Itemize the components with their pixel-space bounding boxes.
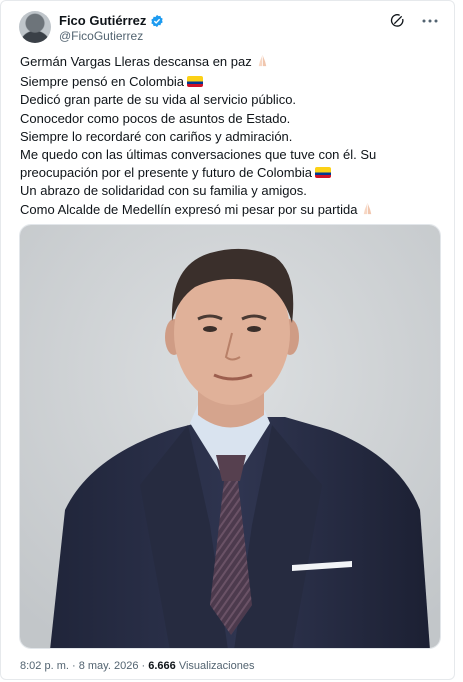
tweet-line-text: Siempre lo recordaré con cariños y admir… [20, 128, 293, 144]
meta-separator: · [141, 660, 146, 672]
tweet-line: Como Alcalde de Medellín expresó mi pesa… [20, 201, 440, 221]
tweet-line: Un abrazo de solidaridad con su familia … [20, 182, 440, 200]
views-label: Visualizaciones [178, 660, 255, 672]
meta-separator: · [71, 660, 76, 672]
tweet-header: Fico Gutiérrez @FicoGutierrez [19, 11, 439, 45]
eye-left [203, 326, 217, 332]
tweet-line-text: Conocedor como pocos de asuntos de Estad… [20, 110, 291, 126]
author-name-row: Fico Gutiérrez [59, 13, 164, 28]
header-actions [389, 13, 439, 34]
colombia-flag-icon [187, 76, 204, 88]
author-handle[interactable]: @FicoGutierrez [59, 29, 143, 43]
tweet-date[interactable]: 8 may. 2026 [79, 660, 139, 672]
views-count: 6.666 [148, 660, 176, 672]
tweet-meta: 8:02 p. m. · 8 may. 2026 · 6.666 Visuali… [20, 660, 254, 672]
tweet-line: Siempre pensó en Colombia [20, 73, 440, 91]
tweet-text: Germán Vargas Lleras descansa en paz Sie… [20, 53, 440, 221]
eye-right [247, 326, 261, 332]
tweet-line-text: Como Alcalde de Medellín expresó mi pesa… [20, 201, 358, 217]
tweet-line: preocupación por el presente y futuro de… [20, 164, 440, 182]
tweet-line: Siempre lo recordaré con cariños y admir… [20, 128, 440, 146]
tweet-card: Fico Gutiérrez @FicoGutierrez Germán Var… [0, 0, 455, 680]
tweet-line-text: preocupación por el presente y futuro de… [20, 165, 312, 181]
more-options-icon[interactable] [421, 13, 439, 34]
tweet-time[interactable]: 8:02 p. m. [20, 660, 69, 672]
tweet-line: Me quedo con las últimas conversaciones … [20, 146, 440, 164]
grok-icon[interactable] [389, 13, 405, 34]
tweet-line-text: Germán Vargas Lleras descansa en paz [20, 54, 252, 69]
tweet-line: Dedicó gran parte de su vida al servicio… [20, 91, 440, 109]
folded-hands-icon [255, 53, 270, 73]
tweet-line-text: Dedicó gran parte de su vida al servicio… [20, 92, 297, 108]
tweet-line-text: Me quedo con las últimas conversaciones … [20, 147, 377, 163]
colombia-flag-icon [314, 167, 331, 179]
tweet-line: Conocedor como pocos de asuntos de Estad… [20, 110, 440, 128]
folded-hands-icon [360, 201, 375, 221]
tweet-line: Germán Vargas Lleras descansa en paz [20, 53, 440, 73]
author-avatar[interactable] [19, 11, 51, 43]
tweet-photo[interactable] [19, 224, 441, 649]
verified-badge-icon [150, 14, 164, 28]
author-name[interactable]: Fico Gutiérrez [59, 13, 146, 28]
tweet-line-text: Un abrazo de solidaridad con su familia … [20, 183, 307, 199]
tweet-line-text: Siempre pensó en Colombia [20, 74, 185, 90]
